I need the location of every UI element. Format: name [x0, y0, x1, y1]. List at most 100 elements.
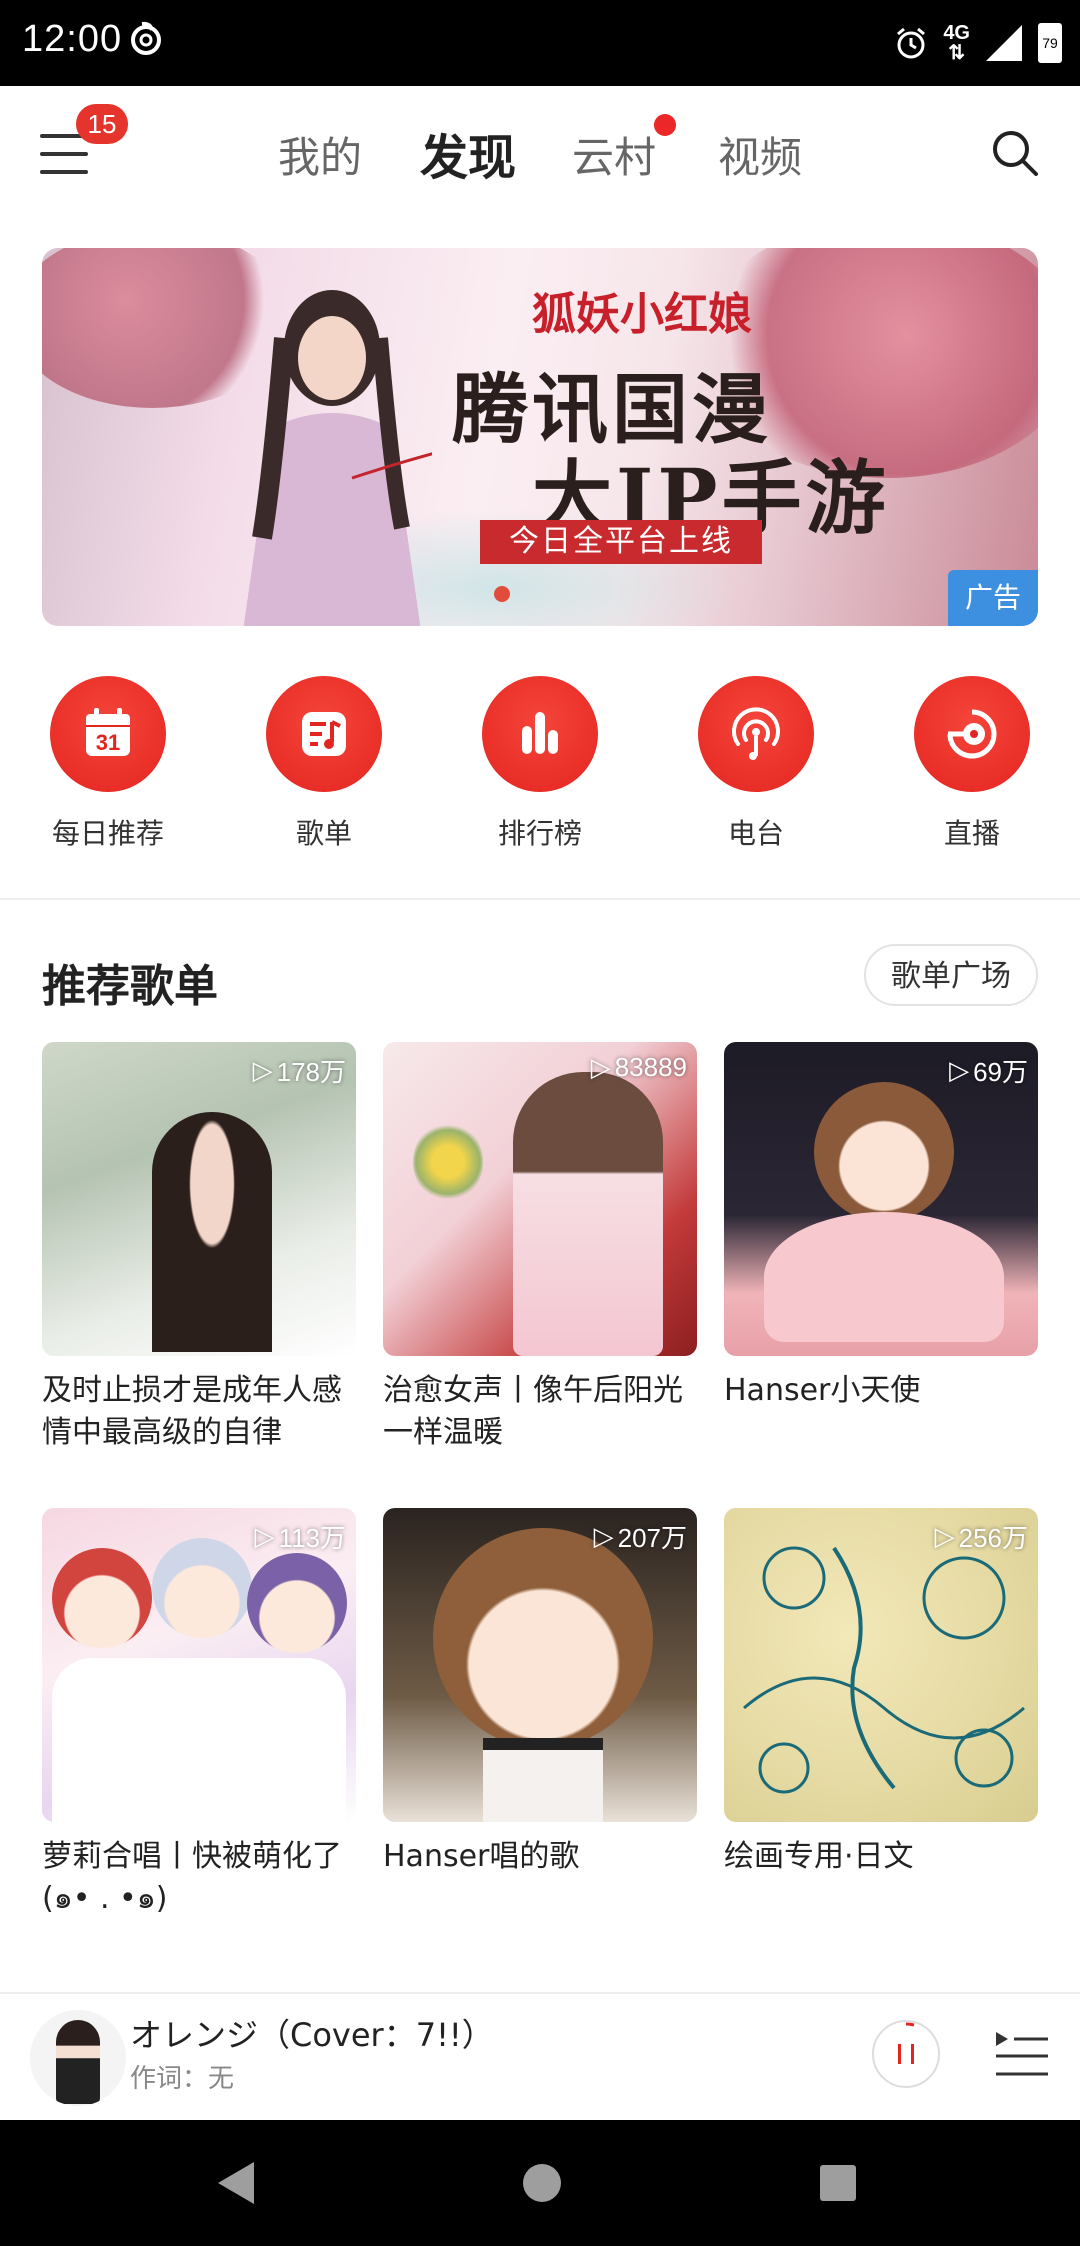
cover-character — [247, 1553, 347, 1653]
playlist-button[interactable]: 歌单 — [224, 676, 424, 852]
album-avatar — [30, 2010, 126, 2106]
play-count: ▷ 178万 — [253, 1052, 346, 1089]
player-lyric-line: 作词：无 — [130, 2064, 235, 2094]
play-count: ▷ 113万 — [255, 1518, 346, 1555]
playlist-card[interactable]: ▷ 256万 绘画专用·日文 — [724, 1508, 1038, 1878]
top-tabs: 我的 发现 云村 视频 — [0, 86, 1080, 226]
play-icon: ▷ — [934, 1521, 955, 1551]
battery-icon: 79 — [1038, 23, 1062, 63]
signal-icon — [986, 25, 1022, 61]
calendar-day: 31 — [96, 730, 120, 755]
cover-character — [152, 1538, 252, 1638]
search-icon[interactable] — [990, 128, 1040, 178]
radio-circle — [698, 676, 814, 792]
radio-label: 电台 — [727, 817, 784, 850]
play-icon: ▷ — [949, 1055, 970, 1085]
status-time: 12:00 — [22, 18, 123, 60]
playlist-card[interactable]: ▷ 69万 Hanser小天使 — [724, 1042, 1038, 1412]
play-count: ▷ 83889 — [591, 1052, 687, 1083]
cover-flowers — [413, 1122, 483, 1202]
tab-cloud-village[interactable]: 云村 — [572, 124, 656, 185]
play-count-value: 69万 — [973, 1057, 1028, 1087]
playlist-circle — [266, 676, 382, 792]
live-circle — [914, 676, 1030, 792]
playlist-card[interactable]: ▷ 207万 Hanser唱的歌 — [383, 1508, 697, 1878]
playlist-cover: ▷ 69万 — [724, 1042, 1038, 1356]
cover-character — [433, 1528, 653, 1748]
charts-label: 排行榜 — [497, 817, 582, 850]
mini-player[interactable]: オレンジ（Cover：7!!） 作词：无 — [0, 1992, 1080, 2120]
play-count: ▷ 256万 — [935, 1518, 1028, 1555]
banner-logo: 狐妖小红娘 — [532, 289, 752, 340]
radio-button[interactable]: 电台 — [656, 676, 856, 852]
top-nav: 15 我的 发现 云村 视频 — [0, 86, 1080, 226]
live-button[interactable]: 直播 — [872, 676, 1072, 852]
charts-button[interactable]: 排行榜 — [440, 676, 640, 852]
play-icon: ▷ — [590, 1052, 611, 1082]
alarm-icon — [897, 27, 926, 59]
playlist-cover: ▷ 83889 — [383, 1042, 697, 1356]
ad-label: 广告 — [948, 570, 1038, 626]
cover-dress — [764, 1212, 1004, 1342]
status-bar: 12:00 4G ⇅ 79 — [0, 0, 1080, 86]
daily-recommend-button[interactable]: 31 每日推荐 — [8, 676, 208, 852]
playlist-card[interactable]: ▷ 83889 治愈女声丨像午后阳光一样温暖 — [383, 1042, 697, 1454]
play-count-value: 178万 — [276, 1057, 346, 1087]
tab-discover[interactable]: 发现 — [420, 118, 516, 188]
play-count: ▷ 207万 — [594, 1518, 687, 1555]
banner-pager-dot — [494, 586, 510, 602]
playlist-title: 萝莉合唱丨快被萌化了 (๑• . •๑) — [42, 1839, 342, 1916]
home-icon[interactable] — [520, 2158, 564, 2208]
playlist-cover: ▷ 207万 — [383, 1508, 697, 1822]
playlist-title: 绘画专用·日文 — [724, 1839, 914, 1874]
charts-circle — [482, 676, 598, 792]
play-count-value: 256万 — [958, 1523, 1028, 1553]
play-count-value: 113万 — [278, 1523, 346, 1553]
section-title: 推荐歌单 — [42, 961, 218, 1012]
play-icon: ▷ — [254, 1521, 275, 1551]
cover-character — [513, 1072, 663, 1356]
radio-icon — [732, 707, 780, 760]
live-label: 直播 — [943, 817, 1000, 850]
data-arrows-icon: ⇅ — [948, 42, 966, 64]
playlist-card[interactable]: ▷ 178万 及时止损才是成年人感情中最高级的自律 — [42, 1042, 356, 1454]
playlist-square-button[interactable]: 歌单广场 — [864, 944, 1038, 1006]
pause-button[interactable] — [872, 2020, 940, 2088]
promo-banner[interactable]: 狐妖小红娘 腾讯国漫 大IP手游 今日全平台上线 广告 — [42, 248, 1038, 626]
play-icon: ▷ — [252, 1055, 273, 1085]
back-icon[interactable] — [214, 2158, 258, 2208]
tab-cloud-village-dot — [654, 114, 676, 136]
calendar-icon: 31 — [86, 708, 130, 756]
cover-portrait — [152, 1112, 272, 1352]
quick-entries: 31 每日推荐 歌单 排行榜 电台 直播 — [0, 676, 1080, 856]
play-icon: ▷ — [593, 1521, 614, 1551]
playlist-queue-icon[interactable] — [994, 2030, 1050, 2082]
section-divider — [0, 898, 1080, 900]
system-nav-bar — [0, 2120, 1080, 2246]
playlist-cover: ▷ 178万 — [42, 1042, 356, 1356]
banner-subline: 今日全平台上线 — [480, 520, 762, 564]
cover-character — [52, 1548, 152, 1648]
playlist-title: Hanser小天使 — [724, 1373, 921, 1408]
play-count-value: 83889 — [614, 1052, 687, 1082]
playlist-cover: ▷ 256万 — [724, 1508, 1038, 1822]
cover-character — [814, 1082, 954, 1222]
playlist-icon — [302, 712, 346, 756]
daily-recommend-circle: 31 — [50, 676, 166, 792]
avatar-figure — [56, 2020, 100, 2104]
pause-icon — [898, 2022, 915, 2064]
playlist-title: 治愈女声丨像午后阳光一样温暖 — [383, 1373, 683, 1450]
cover-dress — [52, 1658, 346, 1822]
recents-icon[interactable] — [816, 2158, 860, 2208]
tab-mine[interactable]: 我的 — [278, 124, 362, 185]
play-count: ▷ 69万 — [949, 1052, 1028, 1089]
tab-video[interactable]: 视频 — [718, 124, 802, 185]
banner-figure-image — [243, 290, 432, 626]
cover-collar — [483, 1738, 603, 1822]
daily-recommend-label: 每日推荐 — [51, 817, 164, 850]
live-icon — [947, 709, 997, 759]
playlist-card[interactable]: ▷ 113万 萝莉合唱丨快被萌化了 (๑• . •๑) — [42, 1508, 356, 1920]
player-song-title: オレンジ（Cover：7!!） — [130, 2016, 494, 2054]
network-type: 4G — [943, 22, 970, 44]
play-count-value: 207万 — [617, 1523, 687, 1553]
